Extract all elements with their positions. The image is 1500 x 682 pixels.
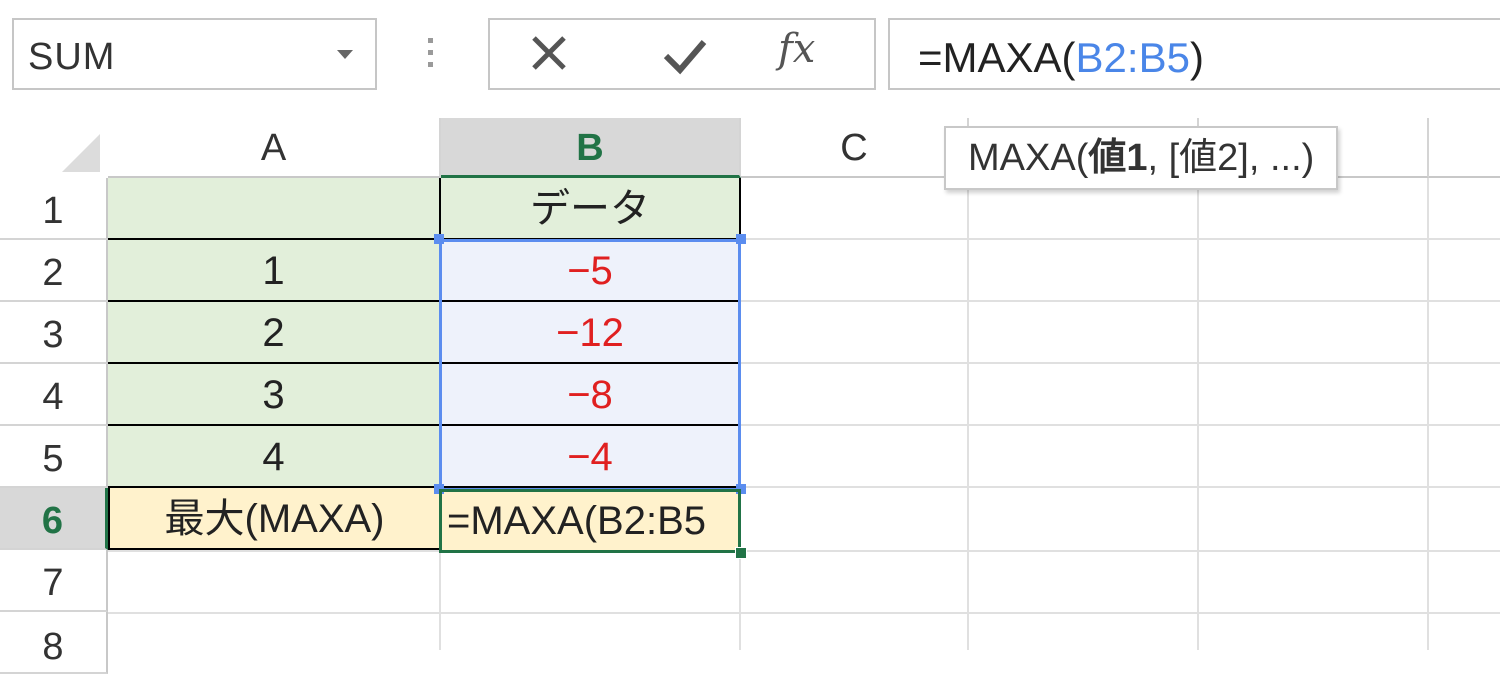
row-header-7[interactable]: 7	[0, 550, 108, 612]
row-header-1[interactable]: 1	[0, 178, 108, 240]
gridline	[967, 178, 969, 650]
cell-a1[interactable]	[108, 178, 439, 240]
range-resize-handle[interactable]	[434, 234, 444, 244]
formula-text: =MAXA(B2:B5)	[918, 34, 1204, 81]
gridline	[108, 550, 1500, 552]
cell-a6[interactable]: 最大(MAXA)	[108, 488, 439, 550]
column-header-f[interactable]	[1429, 118, 1500, 178]
active-cell-border	[439, 489, 741, 553]
formula-buttons: fx	[488, 18, 876, 90]
function-tooltip: MAXA(値1, [値2], ...)	[944, 126, 1339, 190]
select-all-corner[interactable]	[0, 118, 108, 178]
fill-handle[interactable]	[735, 547, 747, 559]
drag-grip-icon[interactable]	[428, 38, 434, 72]
column-header-c[interactable]: C	[741, 118, 969, 178]
column-header-b[interactable]: B	[441, 118, 741, 178]
row-header-6[interactable]: 6	[0, 488, 108, 550]
gridline	[1427, 178, 1429, 650]
chevron-down-icon[interactable]	[337, 50, 353, 59]
insert-function-icon[interactable]: fx	[778, 26, 815, 72]
gridline	[108, 612, 1500, 614]
row-header-4[interactable]: 4	[0, 364, 108, 426]
close-icon[interactable]	[520, 30, 590, 80]
cell-a4[interactable]: 3	[108, 364, 439, 426]
column-header-a[interactable]: A	[108, 118, 441, 178]
cell-a5[interactable]: 4	[108, 426, 439, 488]
check-icon[interactable]	[658, 30, 728, 80]
row-header-3[interactable]: 3	[0, 302, 108, 364]
cell-a3[interactable]: 2	[108, 302, 439, 364]
name-box[interactable]: SUM	[12, 18, 377, 90]
cell-b1[interactable]: データ	[439, 178, 741, 240]
row-header-8[interactable]: 8	[0, 612, 108, 674]
range-resize-handle[interactable]	[736, 234, 746, 244]
referenced-range-highlight	[439, 239, 741, 491]
formula-input[interactable]: =MAXA(B2:B5)	[888, 18, 1500, 90]
gridline	[1197, 178, 1199, 650]
name-box-value: SUM	[28, 36, 116, 78]
row-header-5[interactable]: 5	[0, 426, 108, 488]
cell-a2[interactable]: 1	[108, 240, 439, 302]
row-header-2[interactable]: 2	[0, 240, 108, 302]
